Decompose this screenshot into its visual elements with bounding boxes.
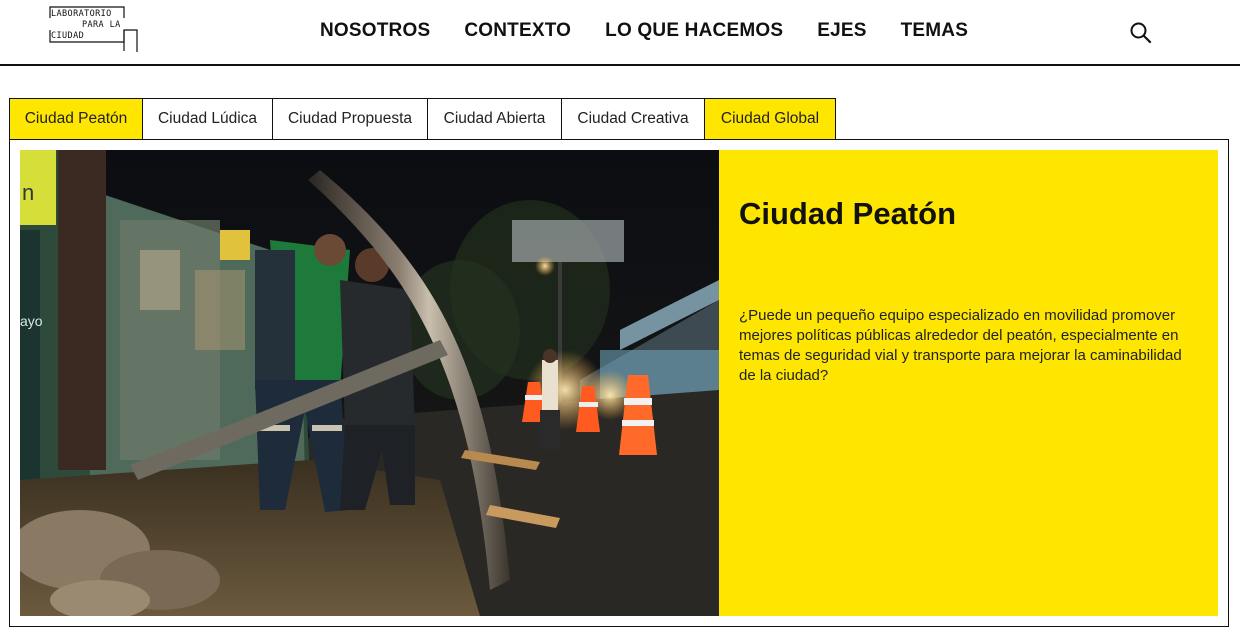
site-header: LABORATORIO PARA LA CIUDAD NOSOTROS CONT… — [0, 0, 1240, 66]
search-icon — [1130, 22, 1152, 44]
nav-item-lo-que-hacemos[interactable]: LO QUE HACEMOS — [605, 20, 783, 42]
tab-info-box: Ciudad Peatón ¿Puede un pequeño equipo e… — [719, 150, 1218, 616]
photo-sign-text: n — [22, 180, 34, 205]
tab-ciudad-propuesta[interactable]: Ciudad Propuesta — [272, 98, 428, 140]
panel-title: Ciudad Peatón — [739, 196, 957, 231]
logo-line-1: LABORATORIO — [51, 9, 112, 19]
nav-item-temas[interactable]: TEMAS — [901, 20, 969, 42]
hero-photo: n ayo — [20, 150, 719, 616]
logo-line-2: PARA LA — [82, 20, 121, 30]
nav-item-ejes[interactable]: EJES — [817, 20, 866, 42]
tab-ciudad-peaton[interactable]: Ciudad Peatón — [9, 98, 143, 140]
panel-description: ¿Puede un pequeño equipo especializado e… — [739, 307, 1182, 384]
tab-ciudad-global[interactable]: Ciudad Global — [704, 98, 836, 140]
photo-sign-text-2: ayo — [20, 313, 43, 329]
logo-line-3: CIUDAD — [51, 31, 85, 41]
tab-ciudad-creativa[interactable]: Ciudad Creativa — [561, 98, 705, 140]
logo-text: LABORATORIO PARA LA CIUDAD — [48, 6, 124, 42]
logo[interactable]: LABORATORIO PARA LA CIUDAD — [48, 6, 140, 54]
search-button[interactable] — [1129, 21, 1153, 45]
nav-item-contexto[interactable]: CONTEXTO — [464, 20, 571, 42]
nav-item-nosotros[interactable]: NOSOTROS — [320, 20, 430, 42]
street-work-night-image: n ayo — [20, 150, 719, 616]
tab-ciudad-abierta[interactable]: Ciudad Abierta — [427, 98, 562, 140]
tab-panel: n ayo Ciudad Peatón ¿Puede un pequeño eq… — [9, 139, 1229, 627]
city-tabs: Ciudad Peatón Ciudad Lúdica Ciudad Propu… — [9, 98, 836, 140]
tab-ciudad-ludica[interactable]: Ciudad Lúdica — [142, 98, 273, 140]
main-nav: NOSOTROS CONTEXTO LO QUE HACEMOS EJES TE… — [320, 20, 1002, 42]
